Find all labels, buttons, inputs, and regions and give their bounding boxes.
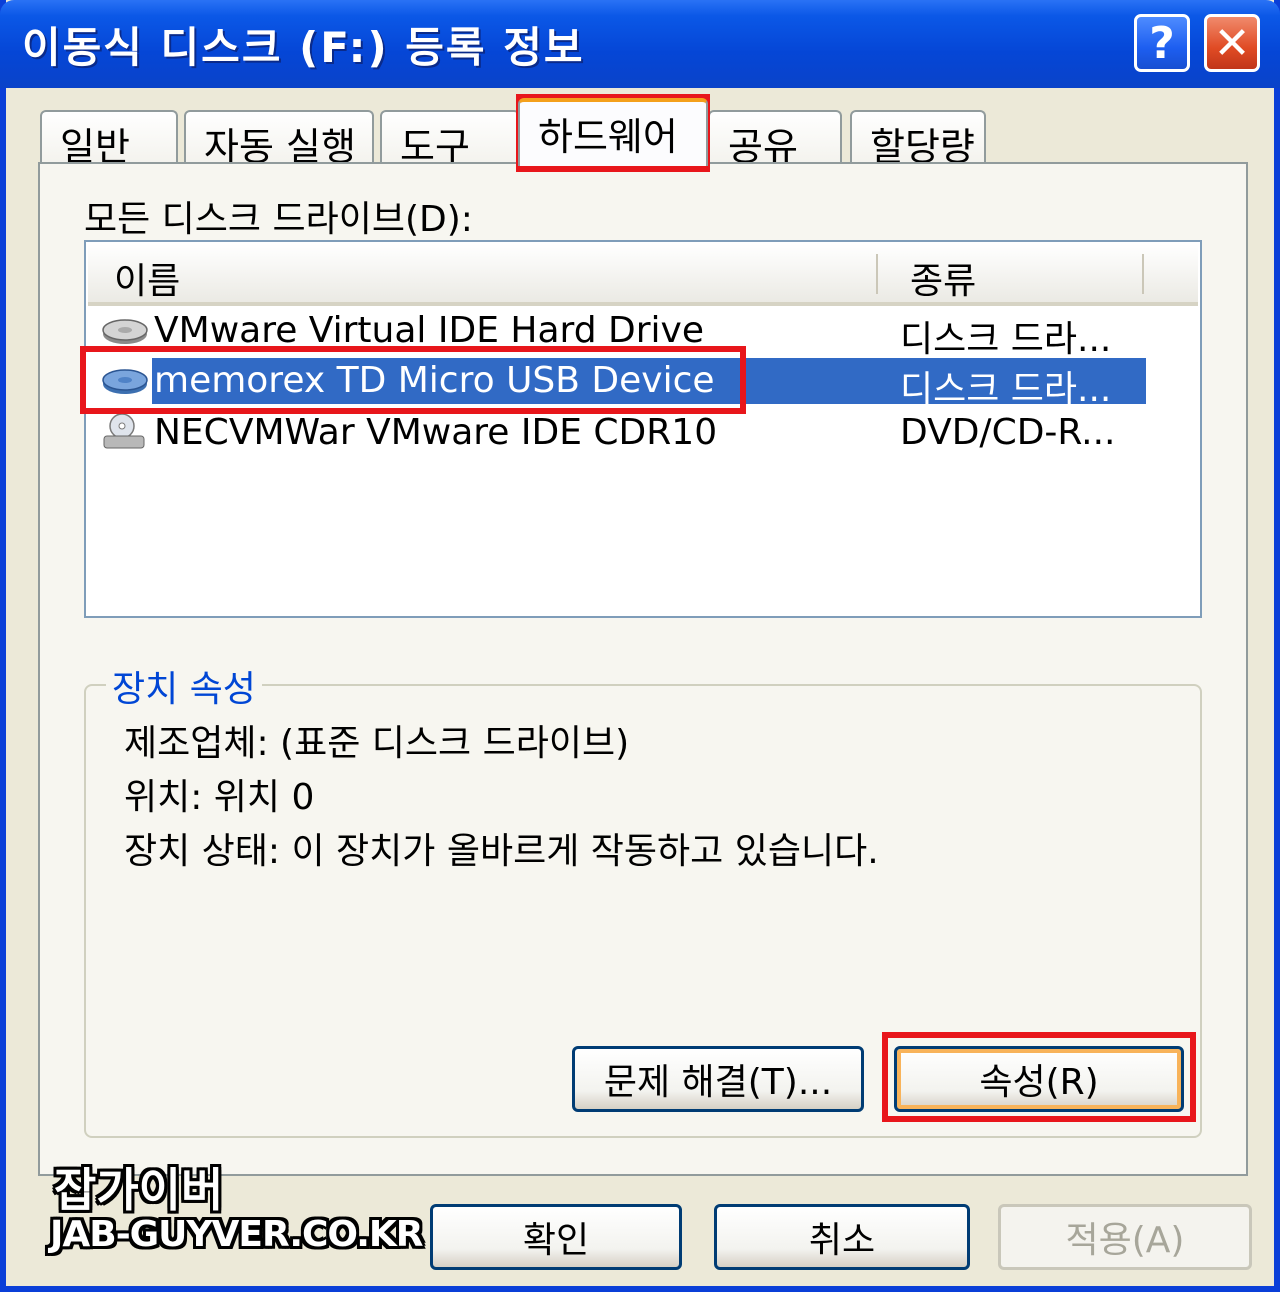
tab-autoplay[interactable]: 자동 실행 <box>184 110 374 169</box>
drive-name: memorex TD Micro USB Device <box>154 360 715 401</box>
drive-name: VMware Virtual IDE Hard Drive <box>154 310 704 351</box>
help-button[interactable]: ? <box>1134 14 1190 72</box>
close-icon: ✕ <box>1213 17 1251 69</box>
title-bar[interactable]: 이동식 디스크 (F:) 등록 정보 ? ✕ <box>0 0 1280 88</box>
drive-name: NECVMWar VMware IDE CDR10 <box>154 412 718 453</box>
properties-button[interactable]: 속성(R) <box>894 1046 1184 1112</box>
list-item[interactable]: memorex TD Micro USB Device 디스크 드라... <box>96 356 1224 410</box>
watermark-url: JAB-GUYVER.CO.KR <box>50 1214 424 1255</box>
tab-hardware[interactable]: 하드웨어 <box>518 98 708 166</box>
drive-type: 디스크 드라... <box>900 369 1112 410</box>
window-title: 이동식 디스크 (F:) 등록 정보 <box>22 23 585 72</box>
list-item[interactable]: NECVMWar VMware IDE CDR10 DVD/CD-R... <box>96 408 1224 460</box>
location-text: 위치: 위치 0 <box>124 777 315 818</box>
apply-button[interactable]: 적용(A) <box>998 1204 1252 1270</box>
cd-drive-icon <box>103 413 145 449</box>
column-separator[interactable] <box>876 254 878 294</box>
tab-sharing[interactable]: 공유 <box>708 110 842 169</box>
usb-drive-icon <box>102 369 148 394</box>
drive-type: DVD/CD-R... <box>900 412 1116 453</box>
hard-drive-icon <box>102 319 148 344</box>
watermark-title: 잡가이버 <box>54 1163 224 1217</box>
device-status-text: 장치 상태: 이 장치가 올바르게 작동하고 있습니다. <box>124 831 879 872</box>
drive-list[interactable]: 이름 종류 VMware Virtual IDE Hard Drive 디스크 … <box>84 240 1202 618</box>
drive-type: 디스크 드라... <box>900 319 1112 360</box>
device-properties-label: 장치 속성 <box>106 660 262 712</box>
close-button[interactable]: ✕ <box>1204 14 1260 72</box>
tab-quota[interactable]: 할당량 <box>850 110 986 169</box>
list-item[interactable]: VMware Virtual IDE Hard Drive 디스크 드라... <box>96 306 1224 360</box>
troubleshoot-button[interactable]: 문제 해결(T)... <box>572 1046 864 1112</box>
ok-button[interactable]: 확인 <box>430 1204 682 1270</box>
column-separator[interactable] <box>1142 254 1144 294</box>
help-icon: ? <box>1149 17 1175 69</box>
cancel-button[interactable]: 취소 <box>714 1204 970 1270</box>
manufacturer-text: 제조업체: (표준 디스크 드라이브) <box>124 723 630 764</box>
drives-label: 모든 디스크 드라이브(D): <box>84 199 473 240</box>
list-header: 이름 종류 <box>88 244 1198 306</box>
tab-general[interactable]: 일반 <box>40 110 178 169</box>
column-type[interactable]: 종류 <box>910 252 976 304</box>
column-name[interactable]: 이름 <box>114 252 180 304</box>
tab-tools[interactable]: 도구 <box>380 110 520 169</box>
properties-dialog: 이동식 디스크 (F:) 등록 정보 ? ✕ 일반 자동 실행 도구 하드웨어 … <box>0 0 1280 1292</box>
